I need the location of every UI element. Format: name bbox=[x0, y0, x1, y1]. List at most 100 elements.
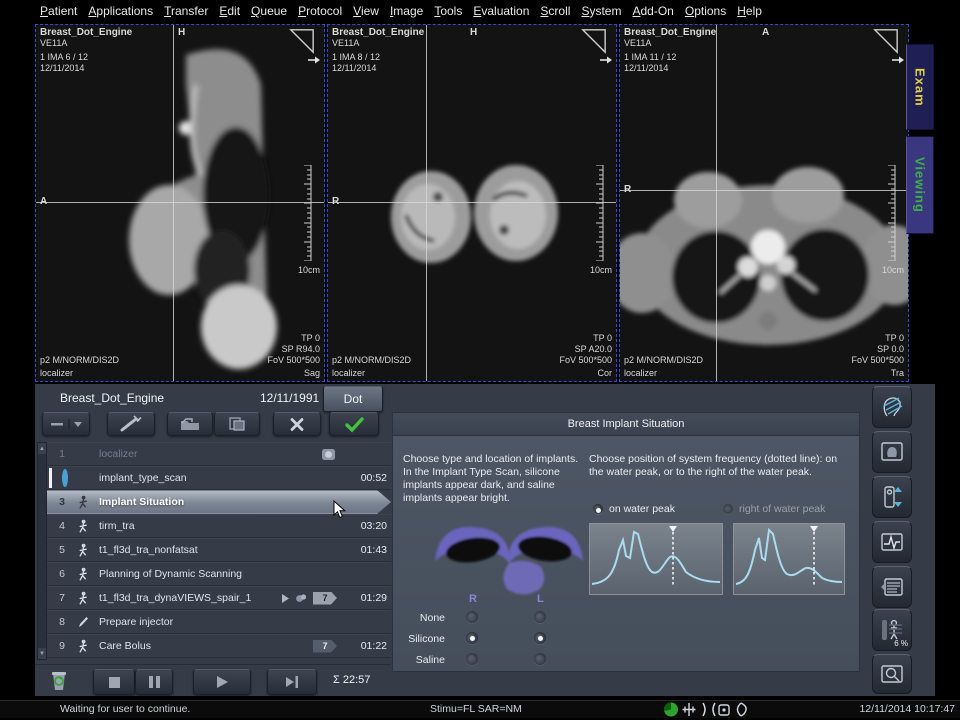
contrast-params: p2 M/NORM/DIS2D bbox=[40, 355, 119, 366]
play-button[interactable] bbox=[193, 669, 251, 695]
steps-scrollbar[interactable]: ▲ ▼ bbox=[37, 442, 47, 660]
pan-arrow-icon[interactable] bbox=[891, 55, 905, 65]
step-time: 01:22 bbox=[341, 640, 391, 652]
radio-none-left[interactable] bbox=[534, 611, 546, 623]
image-inspect-button[interactable] bbox=[872, 654, 912, 694]
menu-view[interactable]: View bbox=[353, 4, 379, 18]
radio-saline-left[interactable] bbox=[534, 653, 546, 665]
patient-reposition-button[interactable] bbox=[872, 476, 912, 518]
table-position-icon bbox=[683, 703, 696, 716]
protocol-card-button[interactable] bbox=[872, 566, 912, 608]
menu-addon[interactable]: Add-On bbox=[632, 4, 673, 18]
spectrum-right-of-water-peak bbox=[733, 523, 845, 595]
mri-image-transverse bbox=[620, 25, 908, 381]
menu-tools[interactable]: Tools bbox=[434, 4, 462, 18]
radio-right-of-water-peak-label: right of water peak bbox=[739, 503, 825, 515]
step-name: Care Bolus bbox=[99, 640, 313, 652]
image-number: 1 IMA 8 / 12 bbox=[332, 52, 380, 63]
timer-pie-icon bbox=[664, 703, 678, 717]
menu-image[interactable]: Image bbox=[390, 4, 423, 18]
radio-silicone-right[interactable] bbox=[466, 632, 478, 644]
menu-protocol[interactable]: Protocol bbox=[298, 4, 342, 18]
menu-queue[interactable]: Queue bbox=[251, 4, 287, 18]
tab-exam[interactable]: Exam bbox=[906, 44, 934, 130]
confirm-step-button[interactable] bbox=[329, 412, 379, 436]
menu-options[interactable]: Options bbox=[685, 4, 726, 18]
folder-icon bbox=[180, 417, 200, 432]
open-protocol-button[interactable] bbox=[167, 412, 213, 436]
step-row-prepare-injector[interactable]: 8 Prepare injector bbox=[47, 610, 391, 634]
viewport-sagittal[interactable]: Breast_Dot_Engine VE11A 1 IMA 6 / 12 12/… bbox=[35, 24, 325, 382]
viewport-coronal[interactable]: Breast_Dot_Engine VE11A 1 IMA 8 / 12 12/… bbox=[327, 24, 617, 382]
menu-help[interactable]: Help bbox=[737, 4, 762, 18]
dot-button[interactable]: Dot bbox=[323, 386, 383, 412]
step-row-dynaviews[interactable]: 7 t1_fl3d_tra_dynaVIEWS_spair_1 7 01:29 bbox=[47, 586, 391, 610]
menu-edit[interactable]: Edit bbox=[219, 4, 240, 18]
image-corner-icon bbox=[289, 28, 315, 54]
menu-applications[interactable]: Applications bbox=[88, 4, 153, 18]
sar-meter-button[interactable]: 6 % bbox=[872, 609, 912, 651]
skip-button[interactable] bbox=[267, 669, 317, 695]
step-time: 01:43 bbox=[341, 544, 391, 556]
copy-step-button[interactable] bbox=[214, 412, 260, 436]
slice-position: SP R94.0 bbox=[282, 344, 320, 355]
step-name: t1_fl3d_tra_nonfatsat bbox=[99, 544, 341, 556]
recycle-bin-icon[interactable] bbox=[47, 669, 71, 693]
contrast-params: p2 M/NORM/DIS2D bbox=[332, 355, 411, 366]
play-step-icon bbox=[281, 593, 290, 604]
current-scan-indicator bbox=[49, 468, 52, 488]
patient-arrows-icon bbox=[879, 484, 905, 510]
software-version: VE11A bbox=[40, 38, 67, 49]
menu-system[interactable]: System bbox=[581, 4, 621, 18]
menu-bar: Patient Applications Transfer Edit Queue… bbox=[0, 0, 960, 22]
step-row-planning-dynamic[interactable]: 6 Planning of Dynamic Scanning bbox=[47, 562, 391, 586]
pause-button[interactable] bbox=[135, 669, 173, 695]
step-row-t1-nonfatsat[interactable]: 5 t1_fl3d_tra_nonfatsat 01:43 bbox=[47, 538, 391, 562]
radio-saline-right[interactable] bbox=[466, 653, 478, 665]
image-date: 12/11/2014 bbox=[332, 63, 376, 74]
radio-on-water-peak[interactable] bbox=[593, 504, 603, 514]
dialog-left-text: Choose type and location of implants. In… bbox=[403, 453, 585, 505]
pan-arrow-icon[interactable] bbox=[307, 55, 321, 65]
sequence-name: localizer bbox=[332, 368, 365, 379]
table-position: TP 0 bbox=[885, 333, 904, 344]
step-time: 01:29 bbox=[341, 592, 391, 604]
cancel-step-button[interactable] bbox=[273, 412, 321, 436]
sar-value: 6 % bbox=[894, 639, 908, 648]
tab-viewing[interactable]: Viewing bbox=[906, 136, 934, 234]
radio-right-of-water-peak[interactable] bbox=[723, 504, 733, 514]
inline-display-button[interactable] bbox=[872, 521, 912, 563]
viewport-transverse[interactable]: Breast_Dot_Engine VE11A 1 IMA 11 / 12 12… bbox=[619, 24, 909, 382]
scale-ruler bbox=[886, 165, 896, 261]
orientation-left: R bbox=[332, 196, 339, 207]
radio-none-right[interactable] bbox=[466, 611, 478, 623]
menu-transfer[interactable]: Transfer bbox=[164, 4, 208, 18]
image-display-button[interactable] bbox=[872, 431, 912, 473]
stop-button[interactable] bbox=[93, 669, 135, 695]
step-row-implant-type-scan[interactable]: implant_type_scan 00:52 bbox=[47, 466, 391, 490]
step-number: 9 bbox=[47, 640, 77, 652]
syringe-icon bbox=[118, 415, 144, 433]
slice-position-button[interactable] bbox=[872, 386, 912, 428]
image-date: 12/11/2014 bbox=[624, 63, 668, 74]
injector-button[interactable] bbox=[107, 412, 155, 436]
scroll-down-icon[interactable]: ▼ bbox=[38, 648, 46, 659]
measurements-badge: 7 bbox=[313, 592, 337, 605]
crosshair-vertical bbox=[173, 25, 174, 381]
step-row-localizer[interactable]: 1 localizer bbox=[47, 442, 391, 466]
mouse-cursor bbox=[333, 500, 346, 519]
pan-arrow-icon[interactable] bbox=[599, 55, 613, 65]
intercom-device-icon bbox=[719, 705, 729, 715]
menu-scroll[interactable]: Scroll bbox=[540, 4, 570, 18]
measurement-split-button[interactable] bbox=[42, 412, 90, 436]
option-none-label: None bbox=[393, 612, 445, 624]
scroll-up-icon[interactable]: ▲ bbox=[38, 443, 46, 454]
menu-patient[interactable]: Patient bbox=[40, 4, 77, 18]
slice-position: SP 0.0 bbox=[877, 344, 904, 355]
magnifier-icon bbox=[879, 661, 905, 687]
step-number: 6 bbox=[47, 568, 77, 580]
radio-silicone-left[interactable] bbox=[534, 632, 546, 644]
menu-evaluation[interactable]: Evaluation bbox=[473, 4, 529, 18]
step-row-care-bolus[interactable]: 9 Care Bolus 7 01:22 bbox=[47, 634, 391, 658]
intercom-talk-icon bbox=[703, 703, 715, 716]
